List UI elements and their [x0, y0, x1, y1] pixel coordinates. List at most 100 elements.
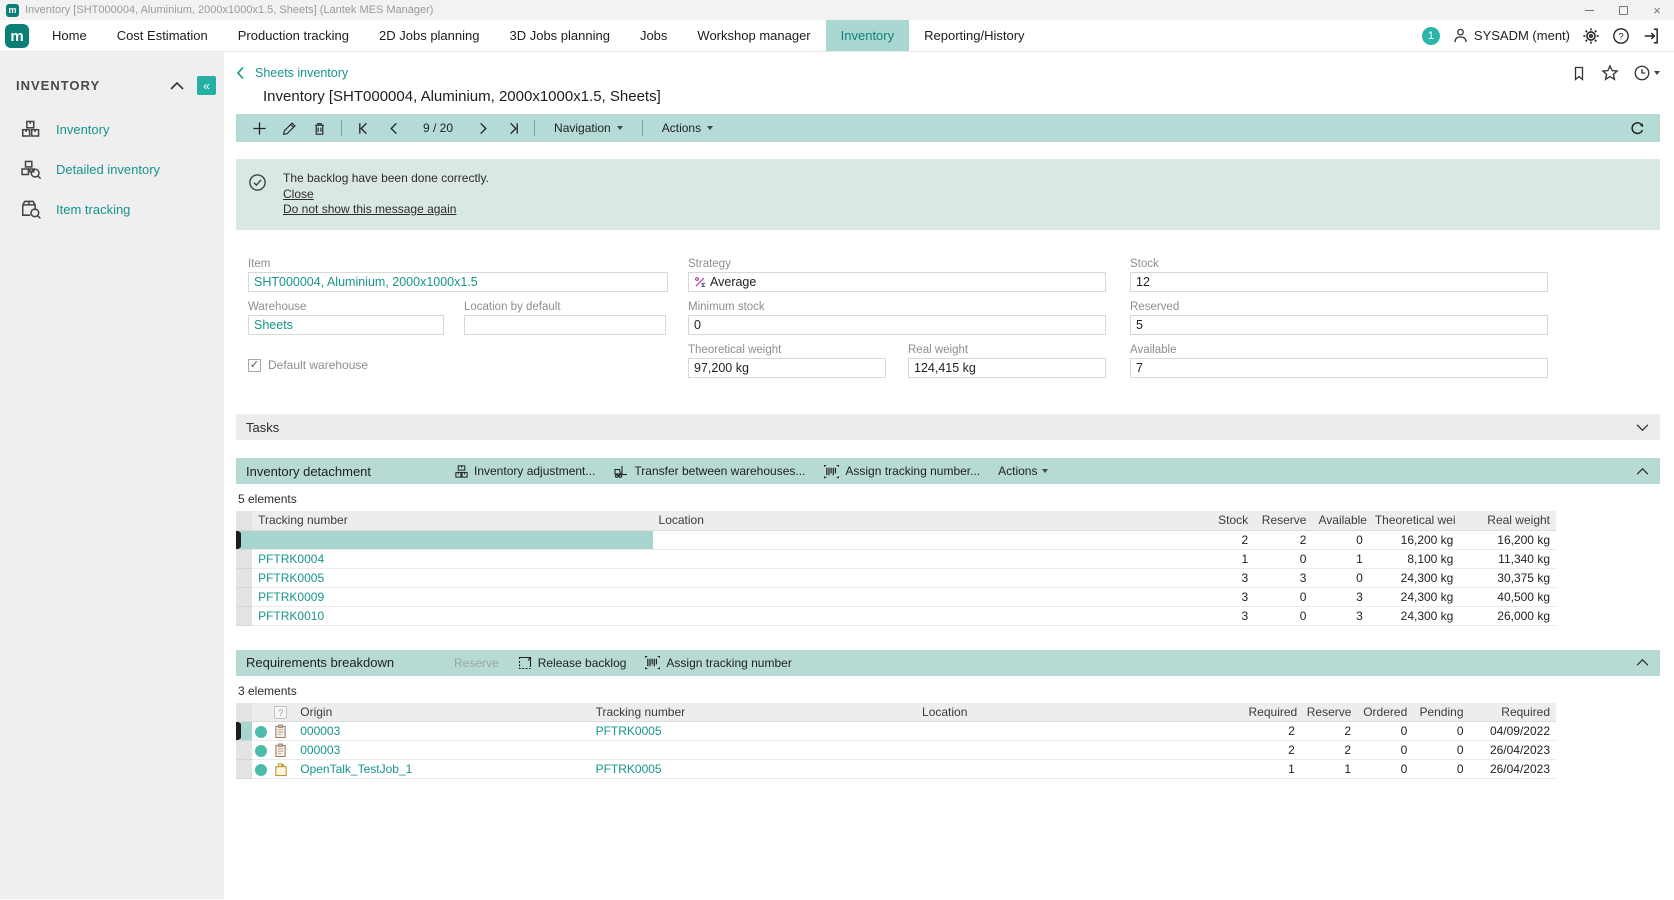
maximize-button[interactable] [1606, 0, 1640, 20]
menu-item-reporting-history[interactable]: Reporting/History [909, 20, 1039, 51]
menu-item-inventory[interactable]: Inventory [826, 20, 909, 51]
available-field[interactable]: 7 [1130, 358, 1548, 378]
breadcrumb[interactable]: Sheets inventory [236, 66, 348, 80]
sidebar-collapse-button[interactable]: « [197, 76, 216, 95]
brand-logo[interactable]: m [5, 24, 29, 48]
notification-badge[interactable]: 1 [1422, 27, 1440, 45]
stock-field[interactable]: 12 [1130, 272, 1548, 292]
theoretical-weight-field[interactable]: 97,200 kg [688, 358, 886, 378]
column-header-ordered-5[interactable]: Ordered [1357, 703, 1413, 722]
sidebar-item-detailed-inventory[interactable]: Detailed inventory [0, 149, 224, 189]
tracking-number-link[interactable]: PFTRK0005 [258, 571, 324, 585]
detachment-collapse-chevron-icon[interactable] [1635, 467, 1650, 476]
reserve-button[interactable]: Reserve [454, 656, 499, 670]
logout-icon[interactable] [1642, 27, 1660, 45]
help-icon[interactable]: ? [1612, 27, 1630, 45]
row-selector-cell[interactable] [236, 549, 252, 568]
minimum-stock-field[interactable]: 0 [688, 315, 1106, 335]
inventory-adjustment-button[interactable]: Inventory adjustment... [454, 464, 595, 479]
add-button[interactable] [246, 116, 272, 140]
requirements-collapse-chevron-icon[interactable] [1635, 658, 1650, 667]
banner-dont-show-link[interactable]: Do not show this message again [283, 202, 489, 216]
column-header-reserve-4[interactable]: Reserve [1301, 703, 1357, 722]
assign-tracking-number-button[interactable]: Assign tracking number [644, 655, 791, 670]
favorite-star-icon[interactable] [1601, 64, 1619, 82]
row-selector-cell[interactable] [236, 568, 252, 587]
column-header-tracking-number[interactable]: Tracking number [252, 511, 652, 530]
tracking-number-link[interactable]: PFTRK0005 [596, 762, 662, 776]
row-selector-cell[interactable] [236, 606, 252, 625]
row-selector-cell[interactable] [236, 587, 252, 606]
column-header-real-weight[interactable]: Real weight [1459, 511, 1556, 530]
assign-tracking-button[interactable]: Assign tracking number... [823, 464, 980, 479]
detachment-row[interactable]: PFTRK001030324,300 kg26,000 kg [236, 606, 1556, 625]
column-header-stock[interactable]: Stock [1196, 511, 1254, 530]
detachment-row[interactable]: 22016,200 kg16,200 kg [236, 530, 1556, 549]
column-header-theoretical-wei[interactable]: Theoretical wei [1369, 511, 1460, 530]
detachment-row[interactable]: PFTRK000533024,300 kg30,375 kg [236, 568, 1556, 587]
menu-item-workshop-manager[interactable]: Workshop manager [682, 20, 825, 51]
last-record-button[interactable] [499, 116, 525, 140]
column-header-tracking-number[interactable]: Tracking number [590, 703, 916, 722]
menu-item-home[interactable]: Home [37, 20, 102, 51]
row-selector-cell[interactable] [236, 741, 252, 760]
refresh-button[interactable] [1624, 116, 1650, 140]
release-backlog-button[interactable]: Release backlog [517, 655, 627, 671]
origin-link[interactable]: 000003 [300, 724, 340, 738]
delete-trash-button[interactable] [306, 116, 332, 140]
column-header-origin[interactable]: Origin [294, 703, 589, 722]
tracking-number-link[interactable]: PFTRK0010 [258, 609, 324, 623]
menu-item-jobs[interactable]: Jobs [625, 20, 682, 51]
requirement-row[interactable]: 000003PFTRK0005220004/09/2022 [236, 722, 1556, 741]
row-selector-cell[interactable] [236, 760, 252, 779]
menu-item-production-tracking[interactable]: Production tracking [223, 20, 364, 51]
close-button[interactable]: × [1640, 0, 1674, 20]
settings-gear-icon[interactable] [1582, 27, 1600, 45]
tracking-number-link[interactable]: PFTRK0005 [596, 724, 662, 738]
requirement-row[interactable]: OpenTalk_TestJob_1PFTRK0005110026/04/202… [236, 760, 1556, 779]
strategy-field[interactable]: Average [688, 272, 1106, 292]
row-selector-cell[interactable] [236, 722, 252, 741]
transfer-warehouses-button[interactable]: Transfer between warehouses... [613, 463, 805, 479]
detachment-row[interactable]: PFTRK00041018,100 kg11,340 kg [236, 549, 1556, 568]
detachment-row[interactable]: PFTRK000930324,300 kg40,500 kg [236, 587, 1556, 606]
row-selector-cell[interactable] [236, 530, 252, 549]
real-weight-field[interactable]: 124,415 kg [908, 358, 1106, 378]
minimize-button[interactable] [1572, 0, 1606, 20]
requirement-row[interactable]: 000003220026/04/2023 [236, 741, 1556, 760]
location-by-default-field[interactable] [464, 315, 666, 335]
column-header-required-3[interactable]: Required [1243, 703, 1301, 722]
sidebar-section-chevron-up-icon[interactable] [169, 81, 185, 91]
column-header-available[interactable]: Available [1312, 511, 1368, 530]
sidebar-item-inventory[interactable]: Inventory [0, 109, 224, 149]
first-record-button[interactable] [351, 116, 377, 140]
previous-record-button[interactable] [381, 116, 407, 140]
tracking-number-link[interactable]: PFTRK0004 [258, 552, 324, 566]
history-clock-icon[interactable] [1633, 64, 1660, 82]
user-menu[interactable]: SYSADM (ment) [1452, 27, 1570, 44]
column-header-required-7[interactable]: Required [1470, 703, 1557, 722]
item-field[interactable]: SHT000004, Aluminium, 2000x1000x1.5 [248, 272, 668, 292]
reserved-field[interactable]: 5 [1130, 315, 1548, 335]
column-header-location[interactable]: Location [916, 703, 1242, 722]
origin-link[interactable]: 000003 [300, 743, 340, 757]
edit-pencil-button[interactable] [276, 116, 302, 140]
navigation-menu-button[interactable]: Navigation [544, 121, 633, 135]
detachment-actions-button[interactable]: Actions [998, 464, 1048, 478]
tasks-expand-chevron-icon[interactable] [1635, 423, 1650, 432]
default-warehouse-checkbox[interactable]: ✓ Default warehouse [248, 358, 688, 372]
next-record-button[interactable] [469, 116, 495, 140]
tasks-section-header[interactable]: Tasks [236, 414, 1660, 440]
warehouse-field[interactable]: Sheets [248, 315, 444, 335]
column-header-reserve[interactable]: Reserve [1254, 511, 1312, 530]
sidebar-item-item-tracking[interactable]: Item tracking [0, 189, 224, 229]
actions-menu-button[interactable]: Actions [652, 121, 723, 135]
menu-item-2d-jobs-planning[interactable]: 2D Jobs planning [364, 20, 494, 51]
bookmark-icon[interactable] [1571, 65, 1587, 82]
column-header-location[interactable]: Location [653, 511, 1196, 530]
origin-link[interactable]: OpenTalk_TestJob_1 [300, 762, 412, 776]
banner-close-link[interactable]: Close [283, 187, 489, 201]
menu-item-3d-jobs-planning[interactable]: 3D Jobs planning [494, 20, 624, 51]
menu-item-cost-estimation[interactable]: Cost Estimation [102, 20, 223, 51]
column-header-pending-6[interactable]: Pending [1413, 703, 1469, 722]
